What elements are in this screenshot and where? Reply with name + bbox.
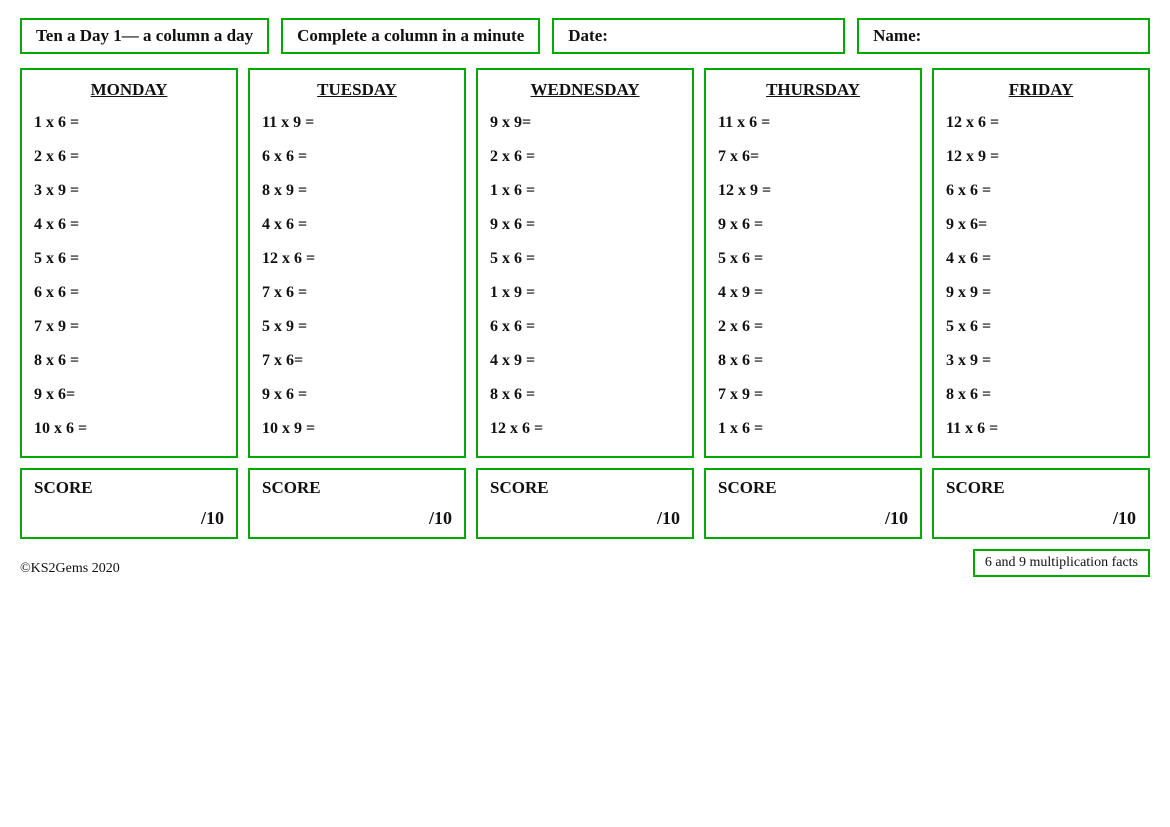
score-value: /10 [262, 508, 452, 529]
day-column-monday: MONDAY 1 x 6 =2 x 6 =3 x 9 =4 x 6 =5 x 6 … [20, 68, 238, 458]
problem-1-3: 4 x 6 = [262, 208, 452, 242]
problem-4-5: 9 x 9 = [946, 276, 1136, 310]
score-box-wednesday: SCORE/10 [476, 468, 694, 539]
problem-4-6: 5 x 6 = [946, 310, 1136, 344]
problem-0-2: 3 x 9 = [34, 174, 224, 208]
problem-4-4: 4 x 6 = [946, 242, 1136, 276]
score-label: SCORE [262, 478, 452, 498]
score-value: /10 [718, 508, 908, 529]
day-column-thursday: THURSDAY 11 x 6 =7 x 6=12 x 9 =9 x 6 =5 x… [704, 68, 922, 458]
problem-0-5: 6 x 6 = [34, 276, 224, 310]
day-header-thursday: THURSDAY [718, 80, 908, 100]
problem-0-9: 10 x 6 = [34, 412, 224, 446]
copyright: ©KS2Gems 2020 [20, 561, 120, 577]
problem-1-4: 12 x 6 = [262, 242, 452, 276]
problem-4-8: 8 x 6 = [946, 378, 1136, 412]
problem-3-6: 2 x 6 = [718, 310, 908, 344]
problem-4-1: 12 x 9 = [946, 140, 1136, 174]
score-label: SCORE [490, 478, 680, 498]
day-header-tuesday: TUESDAY [262, 80, 452, 100]
problem-0-4: 5 x 6 = [34, 242, 224, 276]
score-box-friday: SCORE/10 [932, 468, 1150, 539]
score-box-monday: SCORE/10 [20, 468, 238, 539]
problem-3-2: 12 x 9 = [718, 174, 908, 208]
problem-0-1: 2 x 6 = [34, 140, 224, 174]
problem-3-7: 8 x 6 = [718, 344, 908, 378]
problem-2-8: 8 x 6 = [490, 378, 680, 412]
score-value: /10 [34, 508, 224, 529]
problem-2-7: 4 x 9 = [490, 344, 680, 378]
problem-1-6: 5 x 9 = [262, 310, 452, 344]
problem-2-1: 2 x 6 = [490, 140, 680, 174]
footer-row: ©KS2Gems 2020 6 and 9 multiplication fac… [20, 549, 1150, 577]
problem-3-5: 4 x 9 = [718, 276, 908, 310]
facts-box: 6 and 9 multiplication facts [973, 549, 1150, 577]
problem-2-2: 1 x 6 = [490, 174, 680, 208]
problem-3-8: 7 x 9 = [718, 378, 908, 412]
problem-2-6: 6 x 6 = [490, 310, 680, 344]
problem-1-1: 6 x 6 = [262, 140, 452, 174]
problem-2-0: 9 x 9= [490, 106, 680, 140]
problem-4-9: 11 x 6 = [946, 412, 1136, 446]
problem-2-5: 1 x 9 = [490, 276, 680, 310]
score-label: SCORE [946, 478, 1136, 498]
problem-4-7: 3 x 9 = [946, 344, 1136, 378]
problem-1-7: 7 x 6= [262, 344, 452, 378]
problem-1-0: 11 x 9 = [262, 106, 452, 140]
problem-0-0: 1 x 6 = [34, 106, 224, 140]
problem-4-0: 12 x 6 = [946, 106, 1136, 140]
header-complete: Complete a column in a minute [281, 18, 540, 54]
header-title: Ten a Day 1— a column a day [20, 18, 269, 54]
problem-0-6: 7 x 9 = [34, 310, 224, 344]
problem-1-2: 8 x 9 = [262, 174, 452, 208]
score-box-tuesday: SCORE/10 [248, 468, 466, 539]
header-name: Name: [857, 18, 1150, 54]
score-box-thursday: SCORE/10 [704, 468, 922, 539]
day-column-tuesday: TUESDAY 11 x 9 =6 x 6 =8 x 9 =4 x 6 =12 x… [248, 68, 466, 458]
problem-3-9: 1 x 6 = [718, 412, 908, 446]
score-label: SCORE [34, 478, 224, 498]
score-value: /10 [946, 508, 1136, 529]
problem-3-4: 5 x 6 = [718, 242, 908, 276]
problem-2-4: 5 x 6 = [490, 242, 680, 276]
problem-1-5: 7 x 6 = [262, 276, 452, 310]
header-date: Date: [552, 18, 845, 54]
day-header-friday: FRIDAY [946, 80, 1136, 100]
score-row: SCORE/10SCORE/10SCORE/10SCORE/10SCORE/10 [20, 468, 1150, 539]
problem-0-7: 8 x 6 = [34, 344, 224, 378]
problem-4-2: 6 x 6 = [946, 174, 1136, 208]
score-value: /10 [490, 508, 680, 529]
problem-2-3: 9 x 6 = [490, 208, 680, 242]
problem-1-8: 9 x 6 = [262, 378, 452, 412]
problem-4-3: 9 x 6= [946, 208, 1136, 242]
columns-row: MONDAY1 x 6 =2 x 6 =3 x 9 =4 x 6 =5 x 6 … [20, 68, 1150, 458]
problem-3-1: 7 x 6= [718, 140, 908, 174]
score-label: SCORE [718, 478, 908, 498]
problem-3-0: 11 x 6 = [718, 106, 908, 140]
problem-2-9: 12 x 6 = [490, 412, 680, 446]
problem-0-3: 4 x 6 = [34, 208, 224, 242]
day-header-monday: MONDAY [34, 80, 224, 100]
header: Ten a Day 1— a column a day Complete a c… [20, 18, 1150, 54]
problem-0-8: 9 x 6= [34, 378, 224, 412]
day-column-friday: FRIDAY 12 x 6 =12 x 9 =6 x 6 =9 x 6=4 x 6… [932, 68, 1150, 458]
problem-3-3: 9 x 6 = [718, 208, 908, 242]
day-header-wednesday: WEDNESDAY [490, 80, 680, 100]
problem-1-9: 10 x 9 = [262, 412, 452, 446]
day-column-wednesday: WEDNESDAY 9 x 9=2 x 6 =1 x 6 =9 x 6 =5 x … [476, 68, 694, 458]
